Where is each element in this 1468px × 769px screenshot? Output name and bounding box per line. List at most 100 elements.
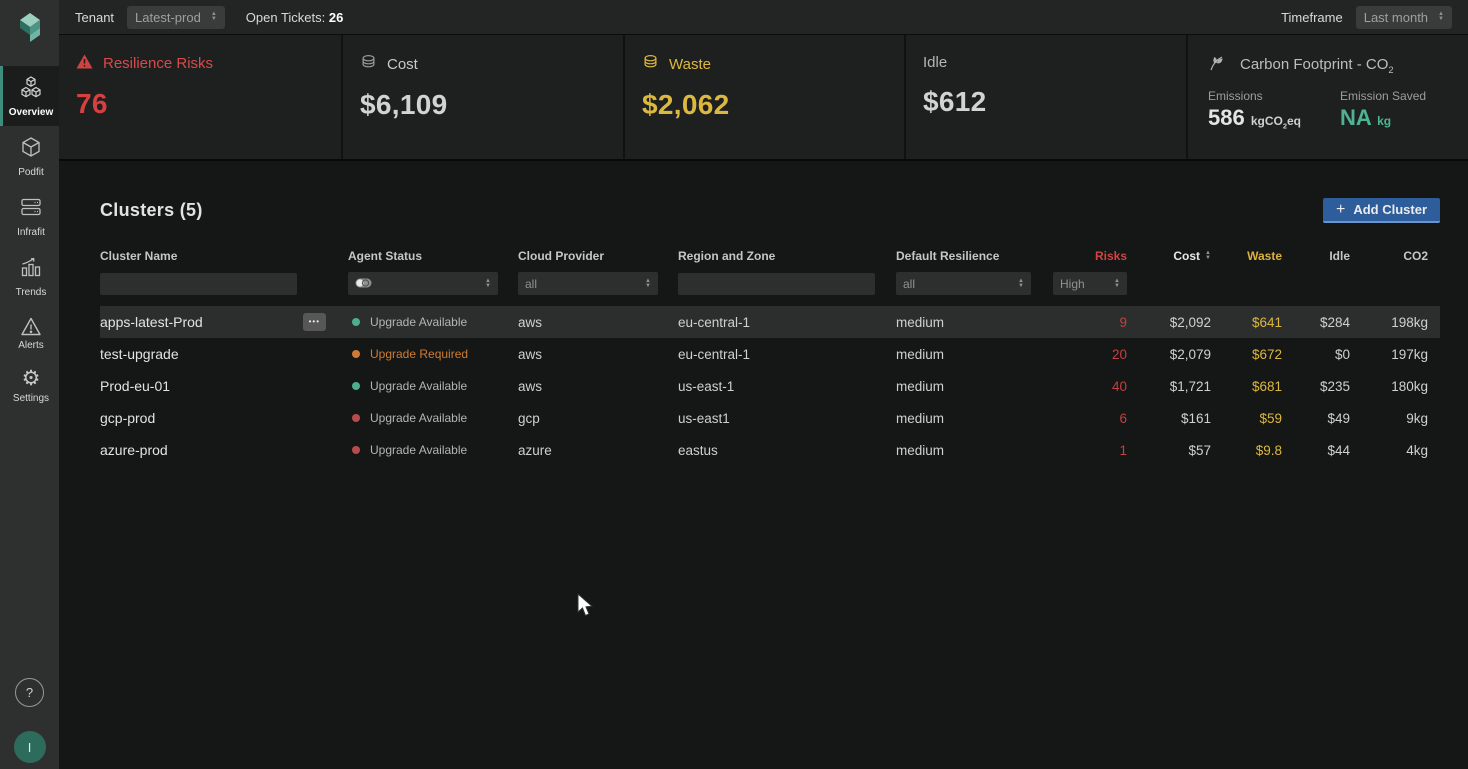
cell-idle: $0	[1334, 346, 1350, 362]
table-row[interactable]: gcp-prod Upgrade Available gcp us-east1 medi…	[100, 402, 1440, 434]
cell-co2: 4kg	[1406, 442, 1428, 458]
default-resilience-filter-select[interactable]: all ▲ ▼	[896, 272, 1031, 295]
select-arrows-icon: ▲ ▼	[645, 277, 651, 289]
cell-cost: $2,092	[1169, 314, 1211, 330]
kpi-label: Idle	[923, 54, 948, 71]
agent-status-filter-select[interactable]: ▲ ▼	[348, 272, 498, 295]
tenant-label: Tenant	[75, 9, 115, 25]
add-cluster-button[interactable]: + Add Cluster	[1322, 198, 1440, 223]
sidebar-item-settings[interactable]: ⚙ Settings	[0, 359, 59, 412]
col-cluster-name: Cluster Name	[100, 249, 178, 263]
kpi-label: Carbon Footprint - CO2	[1240, 55, 1394, 75]
sidebar-item-alerts[interactable]: Alerts	[0, 306, 59, 359]
table-body: apps-latest-Prod ••• Upgrade Available aws e…	[100, 306, 1440, 466]
cell-risks: 20	[1111, 346, 1127, 362]
kpi-value: $2,062	[642, 89, 730, 120]
timeframe-select[interactable]: Last month ▲ ▼	[1355, 5, 1452, 29]
sidebar-item-label: Overview	[8, 107, 54, 118]
sidebar-item-label: Podfit	[18, 167, 44, 178]
cell-agent-status: Upgrade Available	[348, 411, 518, 425]
cell-region: eu-central-1	[678, 314, 751, 330]
status-dot-icon	[352, 350, 360, 358]
status-dot-icon	[352, 414, 360, 422]
cell-region: us-east-1	[678, 378, 735, 394]
cell-risks: 40	[1111, 378, 1127, 394]
cell-region: us-east1	[678, 410, 730, 426]
cell-cost: $2,079	[1169, 346, 1211, 362]
open-tickets-value: 26	[328, 9, 344, 25]
user-avatar[interactable]: I	[13, 731, 46, 763]
cell-waste: $641	[1251, 314, 1282, 330]
kpi-cost: Cost $6,109	[343, 35, 625, 159]
emission-saved-label: Emission Saved	[1340, 89, 1427, 103]
help-button[interactable]: ?	[15, 678, 44, 707]
kpi-value: $6,109	[360, 89, 448, 120]
status-dot-icon	[352, 382, 360, 390]
sidebar-item-label: Infrafit	[17, 227, 45, 238]
cloud-provider-filter-select[interactable]: all ▲ ▼	[518, 272, 658, 295]
cell-waste: $9.8	[1255, 442, 1282, 458]
servers-icon	[19, 195, 43, 224]
col-cost-sortable[interactable]: Cost ▲ ▼	[1127, 249, 1211, 263]
table-row[interactable]: Prod-eu-01 Upgrade Available aws us-east-1 m…	[100, 370, 1440, 402]
cubes-icon	[19, 75, 43, 104]
cell-risks: 6	[1119, 410, 1127, 426]
select-arrows-icon: ▲ ▼	[485, 277, 491, 289]
cell-cloud-provider: azure	[518, 442, 552, 458]
status-label: Upgrade Available	[370, 411, 468, 425]
cluster-name-filter-input[interactable]	[100, 272, 297, 295]
cell-resilience: medium	[896, 346, 945, 362]
cell-waste: $59	[1259, 410, 1282, 426]
kpi-waste: Waste $2,062	[625, 35, 906, 159]
kpi-label: Cost	[387, 55, 418, 73]
status-label: Upgrade Available	[370, 443, 468, 457]
status-dot-icon	[352, 446, 360, 454]
topbar: Tenant Latest-prod ▲ ▼ Open Tickets: 26 T…	[59, 0, 1468, 35]
kpi-value: 76	[76, 88, 108, 119]
cell-cluster-name: Prod-eu-01	[100, 378, 171, 394]
sidebar-item-podfit[interactable]: Podfit	[0, 126, 59, 186]
sidebar-item-label: Settings	[12, 393, 50, 404]
col-cloud-provider: Cloud Provider	[518, 249, 605, 263]
sidebar-item-infrafit[interactable]: Infrafit	[0, 186, 59, 246]
col-agent-status: Agent Status	[348, 249, 423, 263]
plus-icon: +	[1335, 200, 1346, 218]
region-filter-input[interactable]	[678, 272, 875, 295]
cell-risks: 9	[1119, 314, 1127, 330]
table-header: Cluster Name Agent Status Cloud Provider…	[100, 249, 1440, 263]
select-arrows-icon: ▲ ▼	[1018, 277, 1024, 289]
select-arrows-icon: ▲ ▼	[210, 11, 217, 22]
sidebar-bottom: ? I	[13, 678, 46, 769]
table-row[interactable]: azure-prod Upgrade Available azure eastus me…	[100, 434, 1440, 466]
content-area: Clusters (5) + Add Cluster Cluster Name …	[59, 161, 1468, 769]
emission-saved-unit: kg	[1377, 114, 1392, 128]
coins-icon	[642, 54, 659, 74]
cell-resilience: medium	[896, 442, 945, 458]
warning-triangle-icon	[76, 54, 93, 73]
cell-idle: $49	[1327, 410, 1350, 426]
cell-cloud-provider: gcp	[518, 410, 540, 426]
table-row[interactable]: test-upgrade Upgrade Required aws eu-centra…	[100, 338, 1440, 370]
bar-chart-icon	[19, 255, 43, 284]
sidebar-item-overview[interactable]: Overview	[0, 66, 59, 126]
col-waste: Waste	[1247, 249, 1282, 263]
sidebar-nav: Overview Podfit Infrafit Trends Alerts ⚙…	[0, 66, 59, 412]
kpi-resilience-risks: Resilience Risks 76	[59, 35, 343, 159]
table-row[interactable]: apps-latest-Prod ••• Upgrade Available aws e…	[100, 306, 1440, 338]
risks-filter-select[interactable]: High ▲ ▼	[1053, 272, 1127, 295]
status-label: Upgrade Available	[370, 379, 468, 393]
cell-resilience: medium	[896, 410, 945, 426]
cell-agent-status: Upgrade Available	[348, 315, 518, 329]
sidebar-item-trends[interactable]: Trends	[0, 246, 59, 306]
cell-region: eastus	[678, 442, 718, 458]
cell-cluster-name: gcp-prod	[100, 410, 156, 426]
cell-idle: $44	[1327, 442, 1350, 458]
emission-saved-block: Emission Saved NA kg	[1340, 89, 1468, 131]
col-region-zone: Region and Zone	[678, 249, 776, 263]
clusters-table: Cluster Name Agent Status Cloud Provider…	[100, 249, 1440, 466]
open-tickets: Open Tickets: 26	[246, 10, 344, 25]
row-menu-button[interactable]: •••	[302, 313, 326, 331]
cell-cost: $161	[1180, 410, 1211, 426]
cell-agent-status: Upgrade Required	[348, 347, 518, 361]
tenant-select[interactable]: Latest-prod ▲ ▼	[127, 5, 225, 29]
